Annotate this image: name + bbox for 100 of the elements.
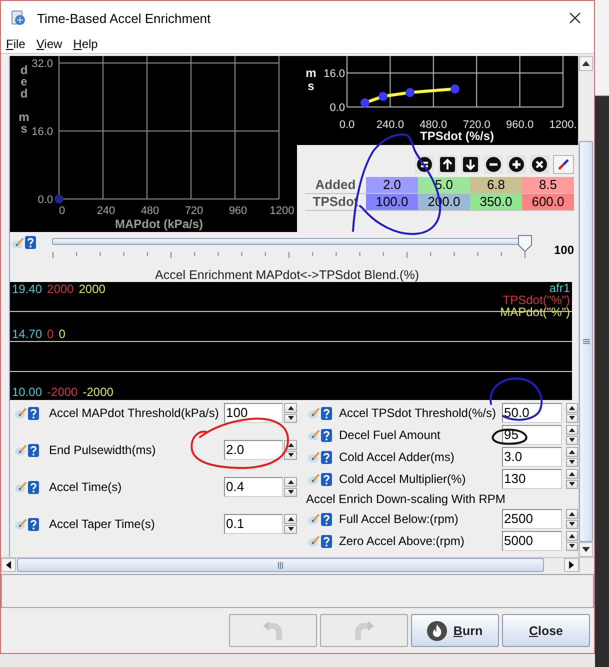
horizontal-scrollbar[interactable] xyxy=(1,557,594,572)
scale-max-label: 19.40 xyxy=(12,283,42,296)
legend-label: TPSdot("%") xyxy=(502,294,570,306)
spin-down-button[interactable] xyxy=(566,414,578,423)
scale-mid-label: 0 xyxy=(47,328,54,340)
spin-down-button[interactable] xyxy=(284,450,297,460)
field-label: Accel MAPdot Threshold(kPa/s) xyxy=(49,406,220,420)
spin-up-button[interactable] xyxy=(566,531,578,540)
edit-icon[interactable] xyxy=(12,236,24,248)
scrollbar-thumb[interactable] xyxy=(579,141,593,542)
help-icon[interactable] xyxy=(321,512,332,526)
edit-icon[interactable] xyxy=(308,535,320,547)
up-triangle-icon xyxy=(288,406,294,410)
spin-up-button[interactable] xyxy=(284,514,297,524)
slider-thumb[interactable] xyxy=(518,235,532,252)
number-field[interactable]: 2500 xyxy=(502,509,562,529)
field-label: Cold Accel Multiplier(%) xyxy=(339,472,467,486)
toolbar-button[interactable] xyxy=(553,155,574,174)
spin-down-button[interactable] xyxy=(284,488,297,497)
vertical-scrollbar[interactable] xyxy=(578,56,593,557)
number-field[interactable]: 130 xyxy=(502,469,562,489)
edit-icon[interactable] xyxy=(308,451,320,463)
number-field[interactable]: 2.0 xyxy=(224,440,283,460)
spin-up-button[interactable] xyxy=(566,447,578,456)
edit-icon[interactable] xyxy=(15,407,27,419)
toolbar-button[interactable] xyxy=(461,155,480,174)
edit-icon[interactable] xyxy=(15,481,27,493)
help-icon[interactable] xyxy=(321,428,332,442)
help-icon[interactable] xyxy=(25,236,36,249)
edit-icon[interactable] xyxy=(308,429,320,441)
y-tick-label: 32.0 xyxy=(32,58,53,70)
x-tick-label: 1200 xyxy=(270,205,294,217)
spin-up-button[interactable] xyxy=(566,403,578,412)
number-field[interactable]: 3.0 xyxy=(502,447,562,467)
scrollbar-thumb[interactable] xyxy=(17,558,544,572)
down-arrow-icon xyxy=(463,157,478,172)
spin-down-button[interactable] xyxy=(566,458,578,467)
scale-mid-label: 14.70 xyxy=(12,328,42,340)
up-triangle-icon xyxy=(569,472,575,476)
menu-item[interactable]: View xyxy=(36,37,62,51)
help-icon[interactable] xyxy=(28,444,39,456)
flame-icon xyxy=(427,620,448,640)
help-icon[interactable] xyxy=(28,480,39,494)
scroll-right-button[interactable] xyxy=(564,558,579,572)
spin-down-button[interactable] xyxy=(566,542,578,551)
spin-down-button[interactable] xyxy=(284,524,297,534)
spin-up-button[interactable] xyxy=(566,509,578,518)
spin-up-button[interactable] xyxy=(284,403,297,412)
help-icon[interactable] xyxy=(321,450,332,464)
edit-icon[interactable] xyxy=(15,444,27,456)
burn-button[interactable]: Burn xyxy=(411,614,499,647)
field-label: Cold Accel Adder(ms) xyxy=(339,450,456,464)
x-tick-label: 480 xyxy=(140,205,160,217)
toolbar-button[interactable] xyxy=(438,155,457,174)
table-cell[interactable]: 600.0 xyxy=(522,194,574,210)
spin-down-button[interactable] xyxy=(566,520,578,529)
table-cell[interactable]: 350.0 xyxy=(470,194,522,210)
edit-icon[interactable] xyxy=(308,407,320,419)
menu-item[interactable]: Help xyxy=(73,37,98,51)
number-field[interactable]: 0.4 xyxy=(224,477,283,497)
spin-down-button[interactable] xyxy=(284,414,297,423)
toolbar-button[interactable] xyxy=(484,155,503,174)
down-triangle-icon xyxy=(288,490,294,494)
scroll-up-button[interactable] xyxy=(579,56,593,71)
spin-up-button[interactable] xyxy=(566,469,578,478)
toolbar-button[interactable] xyxy=(530,155,549,174)
help-icon[interactable] xyxy=(321,472,332,486)
table-cell[interactable]: 100.0 xyxy=(366,194,418,210)
scroll-left-button[interactable] xyxy=(1,558,16,572)
table-cell[interactable]: 8.5 xyxy=(522,177,574,193)
close-button[interactable]: Close xyxy=(502,614,590,647)
menu-item[interactable]: File xyxy=(6,37,26,51)
spin-up-button[interactable] xyxy=(566,425,578,434)
edit-icon[interactable] xyxy=(308,473,320,485)
down-triangle-icon xyxy=(569,544,575,548)
edit-icon[interactable] xyxy=(15,518,27,530)
edit-icon[interactable] xyxy=(308,513,320,525)
help-icon[interactable] xyxy=(321,534,332,548)
toolbar-button[interactable] xyxy=(507,155,526,174)
down-triangle-icon xyxy=(569,416,575,420)
spin-up-button[interactable] xyxy=(284,477,297,486)
help-icon[interactable] xyxy=(28,406,39,420)
scroll-down-button[interactable] xyxy=(579,542,593,557)
field-label: Accel Taper Time(s) xyxy=(49,517,156,531)
table-cell[interactable]: 5.0 xyxy=(418,177,470,193)
help-icon[interactable] xyxy=(28,518,39,530)
table-cell[interactable]: 6.8 xyxy=(470,177,522,193)
spin-down-button[interactable] xyxy=(566,436,578,445)
x-tick-label: 480.0 xyxy=(420,119,448,131)
table-cell[interactable]: 2.0 xyxy=(366,177,418,193)
up-triangle-icon xyxy=(582,61,590,66)
number-field[interactable]: 100 xyxy=(224,403,283,423)
number-field[interactable]: 0.1 xyxy=(224,514,283,534)
close-icon[interactable] xyxy=(569,12,581,24)
up-triangle-icon xyxy=(569,428,575,432)
up-triangle-icon xyxy=(569,450,575,454)
number-field[interactable]: 5000 xyxy=(502,531,562,551)
number-field[interactable]: 50.0 xyxy=(502,403,562,423)
help-icon[interactable] xyxy=(321,406,332,420)
spin-down-button[interactable] xyxy=(566,480,578,489)
